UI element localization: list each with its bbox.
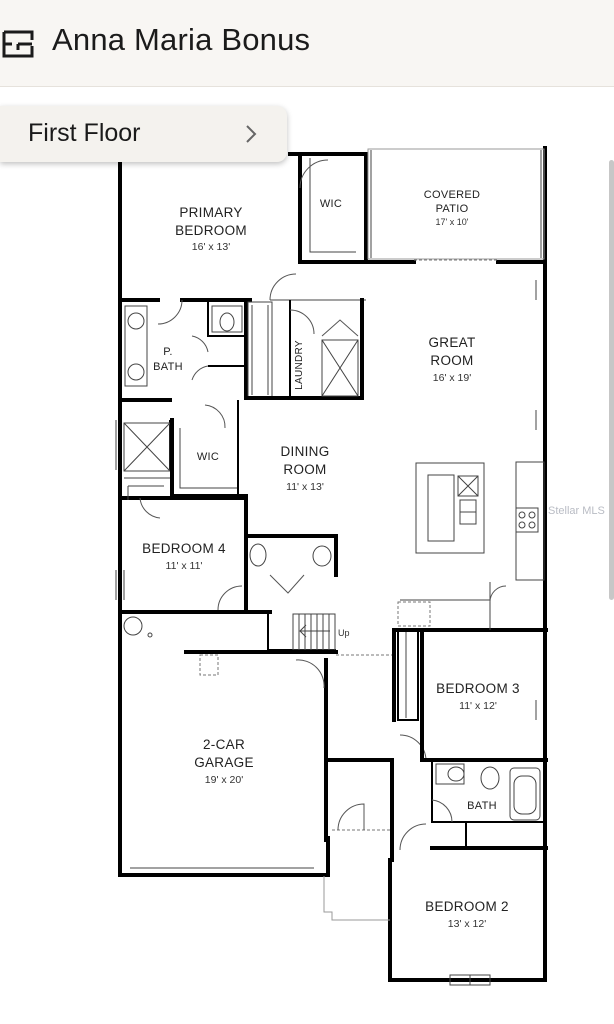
dim-covered-patio: 17' x 10' — [436, 217, 469, 227]
label-bedroom4: BEDROOM 4 — [142, 541, 226, 556]
primary-suite-walls — [118, 156, 368, 325]
dim-primary-bedroom: 16' x 13' — [192, 241, 230, 253]
page-title: Anna Maria Bonus — [52, 22, 311, 57]
label-garage-2: GARAGE — [194, 755, 254, 770]
label-dining-room-2: ROOM — [283, 462, 326, 477]
label-p-bath-1: P. — [163, 346, 173, 358]
dim-dining-room: 11' x 13' — [286, 481, 324, 493]
header-bar: Anna Maria Bonus — [0, 0, 614, 87]
dim-bedroom2: 13' x 12' — [448, 918, 486, 930]
floor-selector-button[interactable]: First Floor — [0, 106, 287, 162]
label-wic-mid: WIC — [197, 451, 219, 463]
label-stairs-up: Up — [338, 628, 350, 638]
scrollbar-thumb[interactable] — [609, 160, 614, 600]
chevron-right-icon — [246, 125, 257, 143]
hall-walls — [324, 628, 548, 862]
label-laundry: LAUNDRY — [294, 340, 305, 390]
floor-selector-label: First Floor — [28, 119, 141, 147]
label-great-room-2: ROOM — [430, 353, 473, 368]
dim-bedroom4: 11' x 11' — [166, 560, 203, 572]
primary-bath — [118, 298, 248, 479]
dim-bedroom3: 11' x 12' — [459, 700, 497, 712]
label-covered-patio-1: COVERED — [424, 189, 481, 201]
label-bedroom2: BEDROOM 2 — [425, 899, 509, 914]
stairs — [244, 610, 336, 651]
label-bath: BATH — [467, 800, 497, 812]
floorplan-icon — [2, 30, 34, 58]
watermark-text: Stellar MLS — [548, 505, 605, 517]
dim-garage: 19' x 20' — [205, 774, 243, 786]
label-primary-bedroom-2: BEDROOM — [175, 223, 247, 238]
label-covered-patio-2: PATIO — [436, 203, 469, 215]
label-primary-bedroom-1: PRIMARY — [179, 205, 242, 220]
label-p-bath-2: BATH — [153, 361, 183, 373]
label-garage-1: 2-CAR — [203, 737, 245, 752]
label-bedroom3: BEDROOM 3 — [436, 681, 520, 696]
dim-great-room: 16' x 19' — [433, 372, 471, 384]
floor-plan: PRIMARY BEDROOM 16' x 13' WIC COVERED PA… — [115, 146, 605, 986]
label-wic-top: WIC — [320, 198, 342, 210]
label-dining-room-1: DINING — [280, 444, 329, 459]
wic-middle-walls — [170, 400, 248, 498]
label-great-room-1: GREAT — [428, 335, 475, 350]
bedroom3-bath-walls — [420, 628, 548, 850]
